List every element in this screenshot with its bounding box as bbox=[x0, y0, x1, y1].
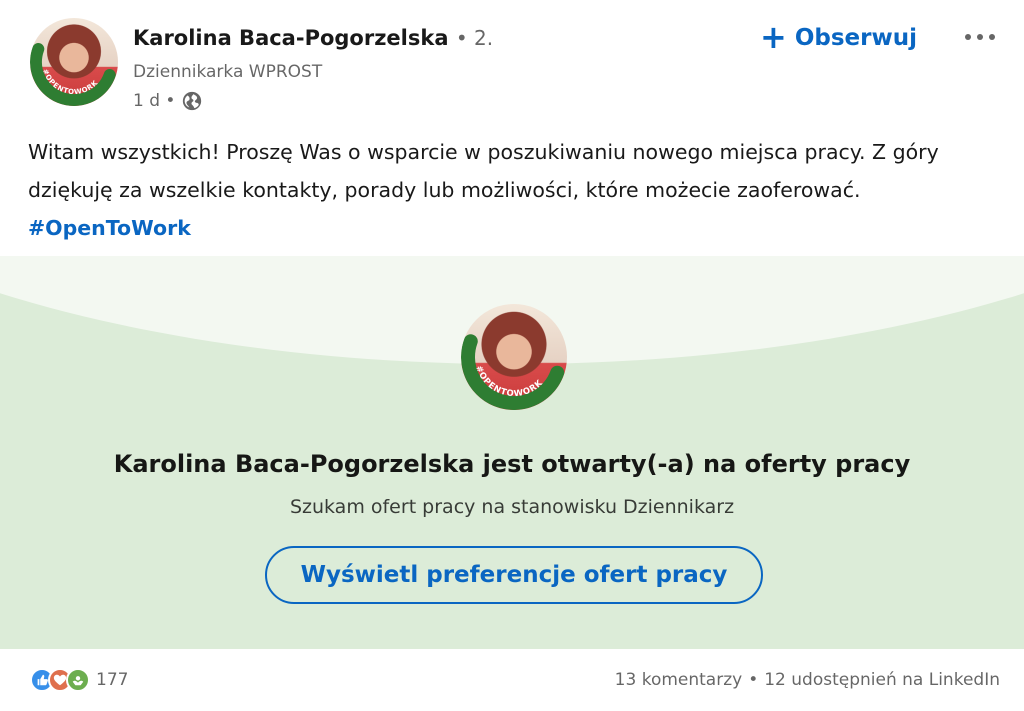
post-time: 1 d • bbox=[133, 91, 176, 111]
shares-count-link[interactable]: 12 udostępnień na LinkedIn bbox=[764, 670, 1000, 690]
hashtag-link[interactable]: #OpenToWork bbox=[28, 216, 191, 240]
banner-avatar[interactable]: #OPENTOWORK bbox=[461, 304, 567, 410]
avatar-photo bbox=[30, 18, 118, 106]
ellipsis-dot-icon bbox=[965, 34, 971, 40]
banner-subtitle: Szukam ofert pracy na stanowisku Dzienni… bbox=[289, 496, 735, 518]
ellipsis-dot-icon bbox=[989, 34, 995, 40]
open-to-work-banner: #OPENTOWORK Karolina Baca-Pogorzelska je… bbox=[0, 256, 1024, 649]
globe-icon bbox=[183, 91, 202, 111]
connection-degree: • 2. bbox=[455, 26, 494, 50]
engagement-counts: 13 komentarzy • 12 udostępnień na Linked… bbox=[615, 670, 1000, 690]
comments-count-link[interactable]: 13 komentarzy bbox=[615, 670, 743, 690]
plus-icon: + bbox=[760, 18, 787, 56]
social-counts: 177 13 komentarzy • 12 udostępnień na Li… bbox=[0, 660, 1024, 704]
support-icon bbox=[66, 668, 90, 692]
counts-separator: • bbox=[748, 670, 759, 690]
post-meta: 1 d • bbox=[133, 90, 203, 112]
banner-title: Karolina Baca-Pogorzelska jest otwarty(-… bbox=[113, 450, 911, 478]
post-text: Witam wszystkich! Proszę Was o wsparcie … bbox=[28, 133, 1003, 247]
author-line: Karolina Baca-Pogorzelska • 2. bbox=[133, 26, 493, 50]
follow-button[interactable]: + Obserwuj bbox=[760, 18, 917, 58]
reactions-summary[interactable]: 177 bbox=[30, 668, 128, 692]
banner-avatar-photo bbox=[461, 304, 567, 410]
post-card: #OPENTOWORK Karolina Baca-Pogorzelska • … bbox=[0, 0, 1024, 711]
follow-label: Obserwuj bbox=[794, 25, 917, 51]
ellipsis-dot-icon bbox=[977, 34, 983, 40]
author-headline: Dziennikarka WPROST bbox=[133, 62, 323, 82]
more-options-button[interactable] bbox=[956, 22, 1004, 52]
author-name[interactable]: Karolina Baca-Pogorzelska bbox=[133, 26, 449, 50]
reaction-count: 177 bbox=[96, 670, 129, 690]
post-body: Witam wszystkich! Proszę Was o wsparcie … bbox=[28, 140, 939, 202]
author-avatar[interactable]: #OPENTOWORK bbox=[30, 18, 118, 106]
view-job-preferences-button[interactable]: Wyświetl preferencje ofert pracy bbox=[265, 546, 763, 604]
